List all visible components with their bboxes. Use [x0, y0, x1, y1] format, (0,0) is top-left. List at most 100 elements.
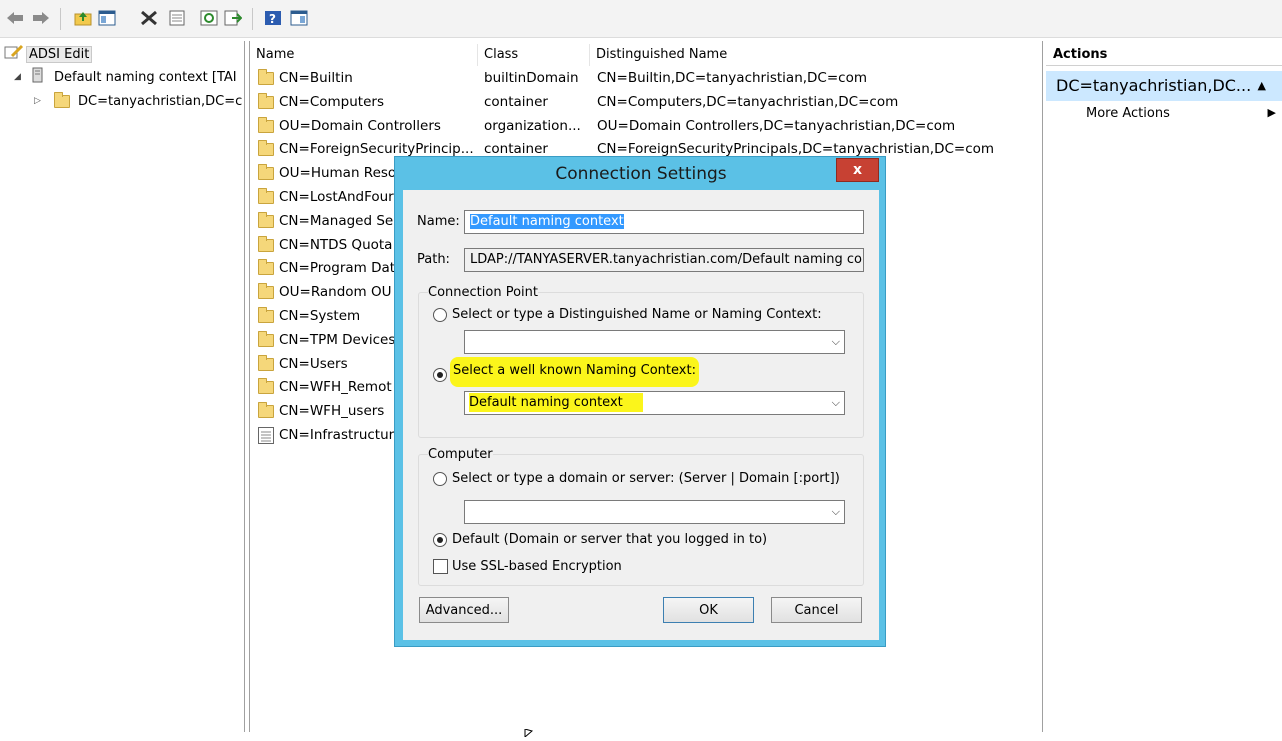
name-field[interactable]: Default naming context	[464, 210, 864, 234]
folder-icon	[258, 307, 274, 323]
radio-default-server[interactable]	[433, 533, 447, 547]
folder-icon	[258, 92, 274, 109]
ssl-checkbox[interactable]	[433, 559, 448, 574]
folder-icon	[52, 92, 78, 109]
cancel-button[interactable]: Cancel	[771, 597, 862, 623]
svg-text:?: ?	[269, 12, 276, 26]
cell-name: OU=Domain Controllers	[279, 117, 441, 134]
show-hide-action-pane-icon[interactable]	[290, 9, 308, 27]
folder-icon	[258, 211, 274, 228]
path-label: Path:	[417, 252, 450, 267]
actions-header: Actions	[1046, 44, 1282, 66]
cell-dn: CN=Builtin,DC=tanyachristian,DC=com	[597, 70, 868, 86]
cell-name: CN=ForeignSecurityPrincip...	[279, 141, 474, 158]
table-row[interactable]: OU=Domain Controllers organization... OU=D…	[250, 115, 1042, 139]
folder-icon	[258, 235, 274, 252]
naming-context-value: Default naming context	[469, 393, 643, 412]
folder-icon	[258, 116, 274, 133]
tree-item-label: DC=tanyachristian,DC=c	[78, 93, 243, 109]
folder-icon	[258, 188, 274, 204]
radio-well-known-label: Select a well known Naming Context:	[450, 357, 699, 387]
console-tree: ADSI Edit ◢ Default naming context [TAI …	[0, 41, 245, 732]
tree-root[interactable]: ADSI Edit	[4, 44, 93, 64]
table-row[interactable]: CN=Computers container CN=Computers,DC=tan…	[250, 91, 1042, 115]
chevron-down-icon: ⌵	[831, 505, 840, 518]
document-list-icon	[258, 427, 274, 444]
adsi-edit-icon	[4, 44, 26, 64]
naming-context-combobox[interactable]: Default naming context ⌵	[464, 391, 845, 415]
folder-icon	[258, 354, 274, 371]
radio-default-server-label: Default (Domain or server that you logge…	[452, 532, 768, 547]
more-actions-label: More Actions	[1086, 106, 1170, 121]
connection-settings-dialog: Connection Settings x Name: Default nami…	[394, 156, 886, 647]
delete-icon[interactable]	[140, 9, 158, 27]
radio-well-known[interactable]	[433, 368, 447, 382]
toolbar: ?	[0, 0, 1282, 38]
cell-class: builtinDomain	[484, 70, 579, 86]
advanced-button[interactable]: Advanced...	[419, 597, 509, 623]
dialog-body: Name: Default naming context Path: LDAP:…	[403, 190, 879, 640]
up-folder-icon[interactable]	[74, 9, 92, 27]
radio-dn[interactable]	[433, 308, 447, 322]
column-header-class[interactable]: Class	[478, 44, 590, 66]
server-combobox[interactable]: ⌵	[464, 500, 845, 524]
help-icon[interactable]: ?	[264, 9, 282, 27]
radio-dn-label: Select or type a Distinguished Name or N…	[452, 307, 822, 322]
chevron-down-icon: ⌵	[831, 335, 840, 348]
dialog-title: Connection Settings	[555, 164, 727, 184]
folder-icon	[258, 259, 274, 276]
ssl-checkbox-label: Use SSL-based Encryption	[452, 559, 622, 574]
cell-name: CN=Computers	[279, 93, 384, 110]
dn-combobox[interactable]: ⌵	[464, 330, 845, 354]
name-label: Name:	[417, 214, 460, 229]
cell-dn: CN=ForeignSecurityPrincipals,DC=tanyachr…	[597, 141, 995, 158]
radio-server-label: Select or type a domain or server: (Serv…	[452, 471, 840, 486]
properties-icon[interactable]	[168, 9, 186, 27]
folder-icon	[258, 378, 274, 395]
cell-dn: OU=Domain Controllers,DC=tanyachristian,…	[597, 117, 956, 134]
connection-point-label: Connection Point	[428, 285, 538, 300]
tree-item-naming-context[interactable]: ◢ Default naming context [TAI	[14, 67, 237, 87]
folder-icon	[258, 140, 274, 157]
server-icon	[32, 67, 54, 87]
collapse-triangle-icon[interactable]: ◢	[14, 72, 32, 82]
ok-button[interactable]: OK	[663, 597, 754, 623]
tree-root-label: ADSI Edit	[26, 45, 93, 63]
table-row[interactable]: CN=Builtin builtinDomain CN=Builtin,DC=tan…	[250, 67, 1042, 91]
more-actions-item[interactable]: More Actions ▶	[1086, 106, 1276, 126]
folder-icon	[258, 69, 274, 85]
cell-class: organization...	[484, 117, 581, 134]
tree-item-label: Default naming context [TAI	[54, 69, 237, 85]
close-button[interactable]: x	[836, 158, 879, 182]
cell-class: container	[484, 93, 548, 110]
column-header-name[interactable]: Name	[250, 44, 478, 66]
folder-icon	[258, 164, 274, 181]
back-arrow-icon[interactable]	[6, 9, 24, 27]
radio-server[interactable]	[433, 472, 447, 486]
name-field-value: Default naming context	[470, 214, 624, 229]
export-list-icon[interactable]	[224, 9, 242, 27]
cell-dn: CN=Computers,DC=tanyachristian,DC=com	[597, 93, 899, 110]
submenu-arrow-icon: ▶	[1267, 106, 1276, 119]
forward-arrow-icon[interactable]	[32, 9, 50, 27]
show-hide-tree-icon[interactable]	[98, 9, 116, 27]
expand-triangle-icon[interactable]: ▷	[34, 96, 52, 106]
toolbar-separator	[252, 8, 253, 30]
folder-icon	[258, 330, 274, 347]
path-field[interactable]: LDAP://TANYASERVER.tanyachristian.com/De…	[464, 248, 864, 272]
chevron-down-icon: ⌵	[831, 396, 840, 409]
actions-selected-label: DC=tanyachristian,DC...	[1056, 76, 1252, 95]
computer-label: Computer	[428, 447, 493, 462]
actions-pane: Actions DC=tanyachristian,DC... ▲ More A…	[1046, 41, 1282, 732]
mouse-cursor-icon	[524, 726, 534, 741]
cell-class: container	[484, 141, 548, 158]
collapse-up-icon[interactable]: ▲	[1258, 71, 1266, 101]
tree-item-domain[interactable]: ▷ DC=tanyachristian,DC=c	[34, 91, 242, 111]
refresh-icon[interactable]	[200, 9, 218, 27]
toolbar-separator	[60, 8, 61, 30]
column-header-dn[interactable]: Distinguished Name	[590, 44, 1042, 66]
folder-icon	[258, 402, 274, 419]
folder-icon	[258, 283, 274, 300]
cell-name: CN=Builtin	[279, 70, 353, 86]
actions-selected-item[interactable]: DC=tanyachristian,DC... ▲	[1046, 71, 1282, 101]
